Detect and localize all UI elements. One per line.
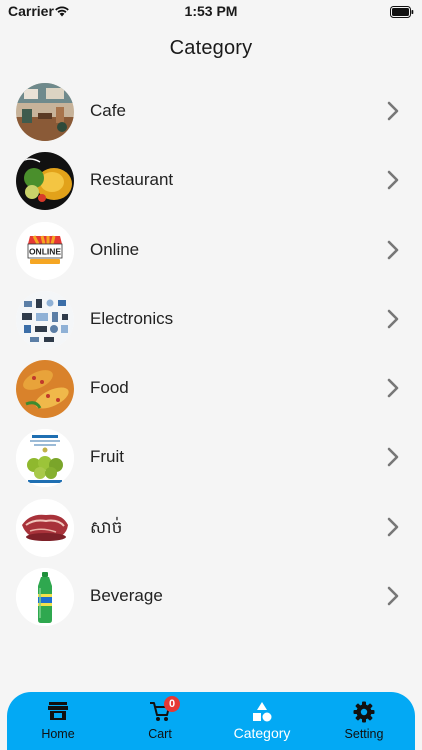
gear-icon xyxy=(313,701,415,723)
chevron-right-icon xyxy=(386,170,400,195)
restaurant-thumbnail xyxy=(16,152,74,211)
cafe-thumbnail xyxy=(16,83,74,141)
online-thumbnail: ONLINE xyxy=(16,221,74,280)
category-row-beverage[interactable]: Beverage xyxy=(0,562,422,631)
chevron-right-icon xyxy=(386,101,400,126)
chevron-right-icon xyxy=(386,378,400,403)
tab-home[interactable]: Home xyxy=(7,692,109,750)
shapes-icon xyxy=(211,701,313,723)
store-icon xyxy=(7,701,109,721)
category-row-restaurant[interactable]: Restaurant xyxy=(0,146,422,215)
clock: 1:53 PM xyxy=(184,3,238,19)
chevron-right-icon xyxy=(386,517,400,542)
chevron-right-icon xyxy=(386,447,400,472)
beverage-thumbnail xyxy=(16,568,74,627)
category-label: Cafe xyxy=(90,101,126,120)
tab-label: Category xyxy=(233,725,291,741)
tab-label: Cart xyxy=(148,727,172,741)
page-title: Category xyxy=(169,37,253,59)
tab-setting[interactable]: Setting xyxy=(313,692,415,750)
online-badge-text: ONLINE xyxy=(29,246,61,256)
category-label: សាច់ xyxy=(90,517,123,537)
cart-count-badge: 0 xyxy=(164,696,180,712)
category-label: Restaurant xyxy=(90,170,174,190)
food-thumbnail xyxy=(16,360,74,419)
category-row-online[interactable]: ONLINE Online xyxy=(0,216,422,285)
fruit-thumbnail xyxy=(16,429,74,488)
tab-label: Setting xyxy=(344,727,384,741)
category-row-fruit[interactable]: Fruit xyxy=(0,423,422,492)
chevron-right-icon xyxy=(386,309,400,334)
chevron-right-icon xyxy=(386,240,400,265)
category-label: Beverage xyxy=(90,586,163,606)
bottom-tab-bar: Home 0 Cart Category Setting xyxy=(7,692,415,750)
category-label: Fruit xyxy=(90,447,124,467)
tab-label: Home xyxy=(41,727,75,741)
electronics-thumbnail xyxy=(16,290,74,349)
cart-icon xyxy=(109,701,211,723)
category-label: Electronics xyxy=(90,308,174,328)
category-label: Food xyxy=(90,378,129,398)
category-row-food[interactable]: Food xyxy=(0,354,422,423)
tab-category[interactable]: Category xyxy=(211,692,313,750)
battery-icon xyxy=(390,5,414,23)
category-row-cafe[interactable]: Cafe xyxy=(0,77,422,146)
status-bar: Carrier 1:53 PM xyxy=(0,0,422,24)
category-list: Cafe Restaurant ONLINE Online Electronic… xyxy=(0,77,422,631)
category-label: Online xyxy=(90,239,140,259)
tab-cart[interactable]: 0 Cart xyxy=(109,692,211,750)
category-row-meat[interactable]: សាច់ xyxy=(0,493,422,562)
meat-thumbnail xyxy=(16,498,74,557)
chevron-right-icon xyxy=(386,586,400,611)
category-row-electronics[interactable]: Electronics xyxy=(0,285,422,354)
